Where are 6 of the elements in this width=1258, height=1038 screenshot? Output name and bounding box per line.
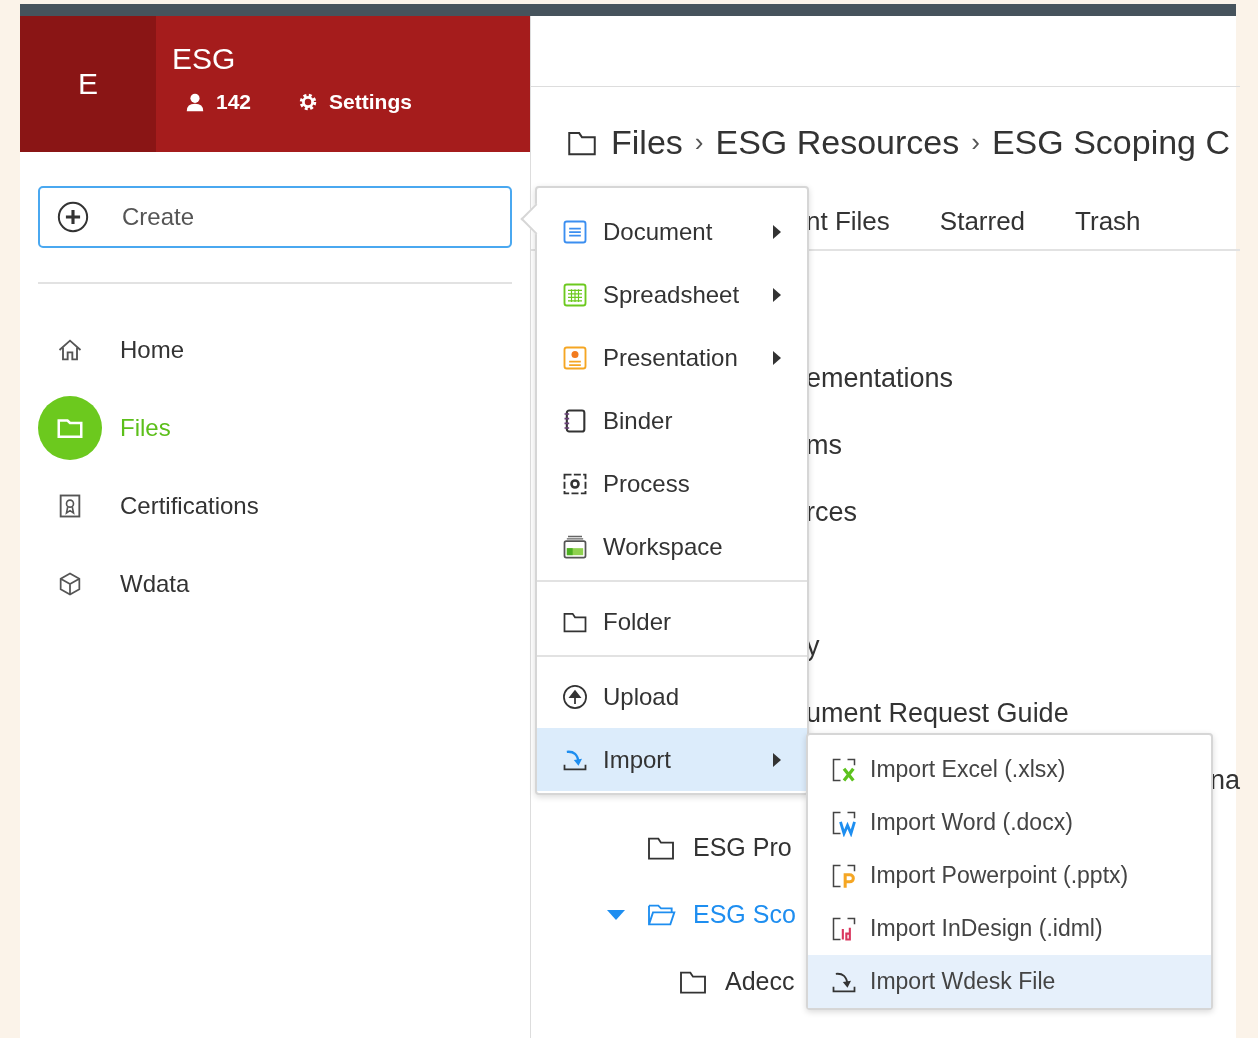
breadcrumb-separator: ›: [971, 127, 980, 158]
org-avatar: E: [20, 16, 156, 152]
file-name: ument Request Guide: [806, 698, 1069, 729]
breadcrumb-separator: ›: [694, 127, 704, 158]
file-name: ementations: [806, 363, 954, 394]
org-name: ESG: [172, 42, 237, 76]
